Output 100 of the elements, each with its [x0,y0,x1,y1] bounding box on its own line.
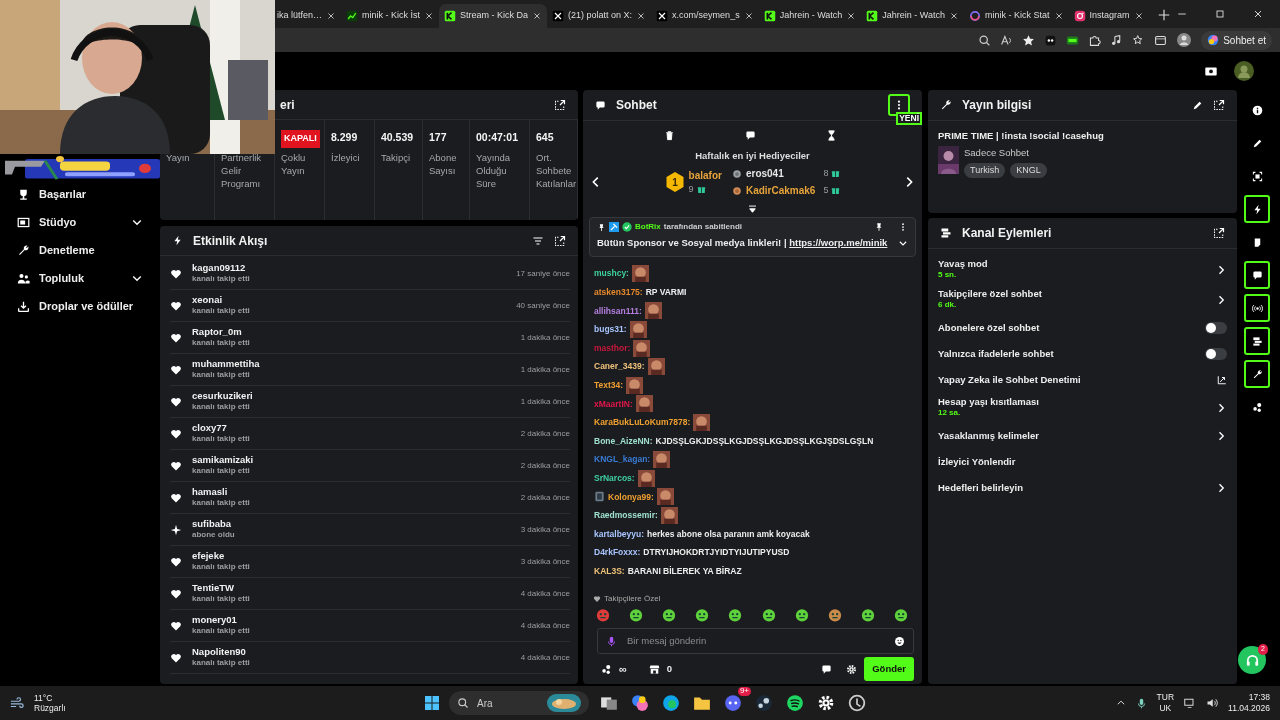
emote-icon[interactable] [860,608,875,622]
wind-icon[interactable] [10,696,24,710]
network-icon[interactable] [1184,697,1197,709]
mic-icon[interactable] [606,635,617,647]
volume-icon[interactable] [1206,697,1219,709]
message-field[interactable]: Bir mesaj gönderin [625,632,886,650]
browser-tab[interactable]: minik - Kick Stat [964,4,1069,28]
sidebar-item[interactable]: Topluluk [0,264,157,292]
chat-username[interactable]: KAL3S: [594,564,625,578]
popout-icon[interactable] [1213,227,1225,239]
action-row[interactable]: Hesap yaşı kısıtlaması 12 sa. [938,393,1227,423]
sidebar-item[interactable]: Başarılar [0,180,157,208]
chat-username[interactable]: allihsan111: [594,304,642,318]
chat-username[interactable]: SrNarcos: [594,471,635,485]
read-aloud-icon[interactable] [1000,33,1014,47]
tag[interactable]: KNGL [1010,162,1047,178]
browser-tab[interactable]: minik - Kick İst [341,4,440,28]
chat-username[interactable]: kartalbeyyu: [594,527,645,541]
chat-username[interactable]: Bone_AizeNN: [594,434,653,448]
folder-icon[interactable] [693,694,711,712]
chat-username[interactable]: xMaartIN: [594,397,633,411]
scroll-down-icon[interactable] [747,204,758,216]
close-icon[interactable] [532,11,543,21]
help-button[interactable] [1238,646,1266,674]
rail-button[interactable] [1244,327,1270,355]
star-icon[interactable] [1022,33,1036,47]
emote-icon[interactable] [761,608,776,622]
action-row[interactable]: İzleyici Yönlendir [938,449,1227,475]
chat-username[interactable]: D4rkFoxxx: [594,546,641,560]
browser-icon[interactable] [662,694,680,712]
search-field[interactable]: Ara [449,691,589,715]
chat-username[interactable]: KaraBukLuLoKum7878: [594,416,691,429]
close-icon[interactable] [949,11,960,21]
browser-tab[interactable]: Instagram [1068,4,1149,28]
gear-icon[interactable] [817,694,835,712]
toggle-switch[interactable] [1205,348,1227,360]
avatar[interactable] [1234,61,1254,81]
close-icon[interactable] [326,11,337,21]
browser-tab[interactable]: (21) polatt on X: [547,4,652,28]
rail-button[interactable] [1244,294,1270,322]
chat-username[interactable]: Caner_3439: [594,360,645,374]
browser-tab[interactable]: ika lütfen… [272,4,342,28]
emote-icon[interactable] [728,608,743,622]
browser-tab[interactable]: x.com/seymen_s [651,4,759,28]
browser-tab[interactable]: Jahrein - Watch [861,4,965,28]
maximize-icon[interactable] [1214,8,1226,20]
trash-icon[interactable] [664,129,675,141]
app-icon[interactable] [848,694,866,712]
close-icon[interactable] [846,11,857,21]
clock-date[interactable]: 11.04.2026 [1228,703,1270,714]
clock-time[interactable]: 17:38 [1228,692,1270,703]
windows-icon[interactable] [424,695,440,711]
browser-icon[interactable] [1154,33,1168,47]
mic-icon[interactable] [1135,697,1147,709]
copilot-icon[interactable] [631,694,649,712]
chat-icon[interactable] [821,663,833,675]
chat-username[interactable]: Kolonya99: [608,490,654,504]
filter-icon[interactable] [532,234,544,247]
send-button[interactable]: Gönder [864,656,914,682]
popout-icon[interactable] [554,98,566,111]
browser-tab[interactable]: Jahrein - Watch [758,4,862,28]
emote-icon[interactable] [827,608,842,622]
emote-icon[interactable] [596,608,610,622]
close-icon[interactable] [743,11,754,21]
emote-icon[interactable] [629,608,644,622]
close-icon[interactable] [636,11,647,21]
sidebar-item[interactable]: Denetleme [0,236,157,264]
rail-button[interactable] [1244,360,1270,388]
browser-tab[interactable]: Stream - Kick Da [439,4,548,28]
zoom-icon[interactable] [978,33,992,47]
chat-username[interactable]: mushcy: [594,267,629,281]
extension-icon[interactable] [1044,33,1058,47]
language-indicator[interactable]: TUR [1156,692,1175,703]
chat-username[interactable]: Text34: [594,379,624,392]
chat-username[interactable]: Raedmossemir: [594,509,658,522]
link[interactable]: https://worp.me/minik [789,237,888,249]
action-row[interactable]: Yasaklanmış kelimeler [938,423,1227,449]
toggle-switch[interactable] [1205,322,1227,334]
sidebar-item[interactable]: Droplar ve ödüller [0,292,157,320]
action-row[interactable]: Hedefleri belirleyin [938,475,1227,501]
emote-icon[interactable] [894,608,908,622]
sidebar-item[interactable]: Stüdyo [0,208,157,236]
chat-username[interactable]: KNGL_kagan: [594,453,651,467]
message-box[interactable]: Bir mesaj gönderin [597,628,914,654]
action-row[interactable]: Takipçilere özel sohbet 6 dk. [938,285,1227,315]
emoji-icon[interactable] [894,635,905,647]
chat-icon[interactable] [745,129,756,141]
emote-icon[interactable] [794,608,809,622]
pencil-icon[interactable] [1192,99,1203,111]
chevron-up-icon[interactable] [1115,698,1126,708]
store-icon[interactable] [648,663,660,675]
close-icon[interactable] [1252,8,1264,20]
new-tab-icon[interactable] [1156,7,1171,22]
extension-icon[interactable] [1066,33,1080,47]
chat-app-icon[interactable] [724,694,742,712]
profile-icon[interactable] [1176,32,1193,48]
copilot-button[interactable]: Sohbet et [1201,30,1272,50]
settings-icon[interactable] [846,663,858,675]
chat-username[interactable]: bugs31: [594,323,627,336]
rail-button[interactable] [1244,195,1270,223]
